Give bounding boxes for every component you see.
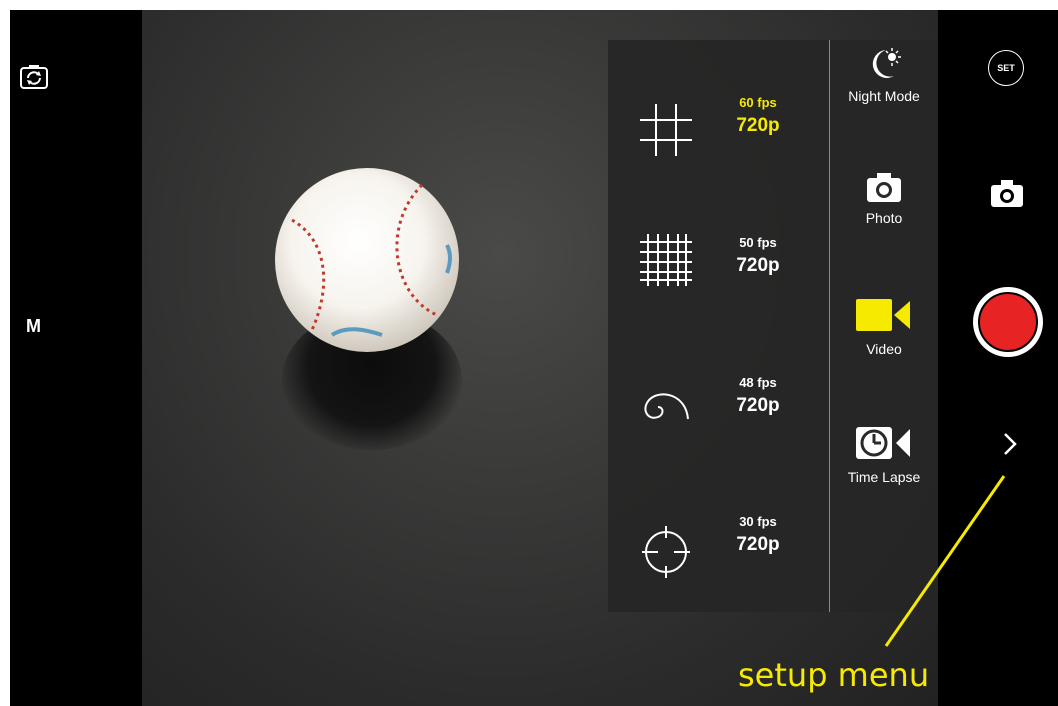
camera-viewfinder[interactable]: 60 fps 720p 50 fps 720p 48 fps 720p 30 f… bbox=[142, 10, 938, 706]
fps-option-30[interactable]: 30 fps 720p bbox=[713, 514, 803, 556]
mode-time-lapse[interactable]: Time Lapse bbox=[830, 423, 938, 485]
mode-photo[interactable]: Photo bbox=[830, 170, 938, 226]
right-control-bar bbox=[938, 10, 1058, 706]
fps-rate: 50 fps bbox=[739, 235, 777, 250]
left-control-bar: M bbox=[10, 10, 142, 706]
camera-icon bbox=[867, 173, 901, 202]
fps-resolution: 720p bbox=[736, 395, 780, 416]
fps-resolution: 720p bbox=[736, 255, 780, 276]
fps-resolution: 720p bbox=[736, 115, 780, 136]
mode-video-label: Video bbox=[866, 341, 902, 357]
fps-rate: 48 fps bbox=[739, 375, 777, 390]
fps-option-48[interactable]: 48 fps 720p bbox=[713, 375, 803, 417]
moon-sun-icon bbox=[872, 48, 901, 78]
video-camera-icon bbox=[856, 299, 910, 331]
mode-night[interactable]: Night Mode bbox=[830, 46, 938, 104]
mode-video[interactable]: Video bbox=[830, 295, 938, 357]
time-lapse-icon bbox=[856, 427, 910, 459]
fps-option-60[interactable]: 60 fps 720p bbox=[713, 95, 803, 137]
grid-dense-icon[interactable] bbox=[636, 230, 696, 290]
chevron-right-icon[interactable] bbox=[1000, 428, 1020, 460]
annotation-label: setup menu bbox=[738, 656, 930, 694]
setup-overlay-menu: 60 fps 720p 50 fps 720p 48 fps 720p 30 f… bbox=[608, 40, 938, 612]
mode-time-lapse-label: Time Lapse bbox=[847, 469, 921, 485]
fps-rate: 60 fps bbox=[739, 95, 777, 110]
golden-spiral-icon[interactable] bbox=[636, 375, 696, 435]
baseball-image bbox=[275, 168, 459, 352]
mode-photo-label: Photo bbox=[865, 210, 903, 226]
camera-switch-icon[interactable] bbox=[18, 62, 50, 94]
settings-button[interactable]: SET bbox=[988, 50, 1024, 86]
record-button[interactable] bbox=[973, 287, 1043, 357]
camera-icon[interactable] bbox=[990, 178, 1024, 208]
mode-night-label: Night Mode bbox=[848, 88, 920, 104]
fps-rate: 30 fps bbox=[739, 514, 777, 529]
camera-app-frame: M 60 fps 720p 50 fps 720p 48 fps 720p 30… bbox=[10, 10, 1058, 706]
fps-option-50[interactable]: 50 fps 720p bbox=[713, 235, 803, 277]
record-indicator bbox=[978, 292, 1038, 352]
crosshair-icon[interactable] bbox=[636, 522, 696, 582]
grid-3x3-icon[interactable] bbox=[636, 100, 696, 160]
manual-mode-button[interactable]: M bbox=[26, 316, 41, 337]
fps-resolution: 720p bbox=[736, 534, 780, 555]
